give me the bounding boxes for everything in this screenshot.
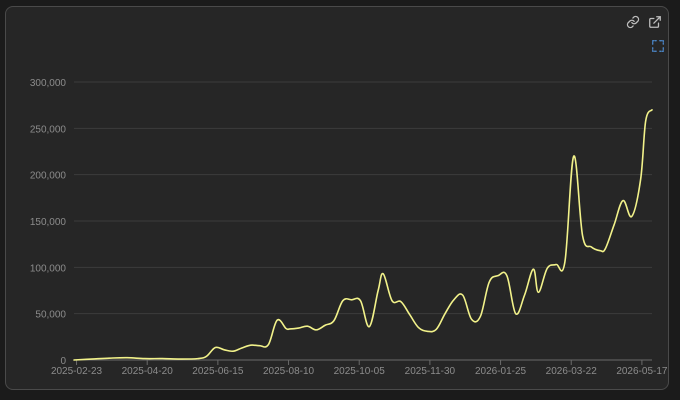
grid [74, 81, 652, 361]
y-tick-label: 300,000 [30, 78, 67, 89]
y-tick-label: 250,000 [30, 124, 67, 135]
axes: 050,000100,000150,000200,000250,000300,0… [30, 78, 668, 377]
series-line[interactable] [73, 109, 653, 361]
x-tick-label: 2025-10-05 [334, 366, 386, 377]
y-tick-label: 50,000 [35, 310, 66, 321]
x-tick-label: 2026-03-22 [546, 366, 598, 377]
x-tick-label: 2026-01-25 [475, 366, 527, 377]
x-tick-label: 2025-02-23 [51, 366, 103, 377]
y-tick-label: 100,000 [30, 263, 67, 274]
series-layer [73, 109, 653, 361]
x-tick-label: 2025-04-20 [122, 366, 174, 377]
x-tick-label: 2025-11-30 [405, 366, 456, 377]
y-tick-label: 200,000 [30, 171, 67, 182]
x-tick-label: 2025-08-10 [263, 366, 315, 377]
x-tick-label: 2026-05-17 [616, 366, 668, 377]
x-tick-label: 2025-06-15 [192, 366, 244, 377]
y-tick-label: 150,000 [30, 217, 67, 228]
line-chart: 050,000100,000150,000200,000250,000300,0… [30, 78, 668, 377]
